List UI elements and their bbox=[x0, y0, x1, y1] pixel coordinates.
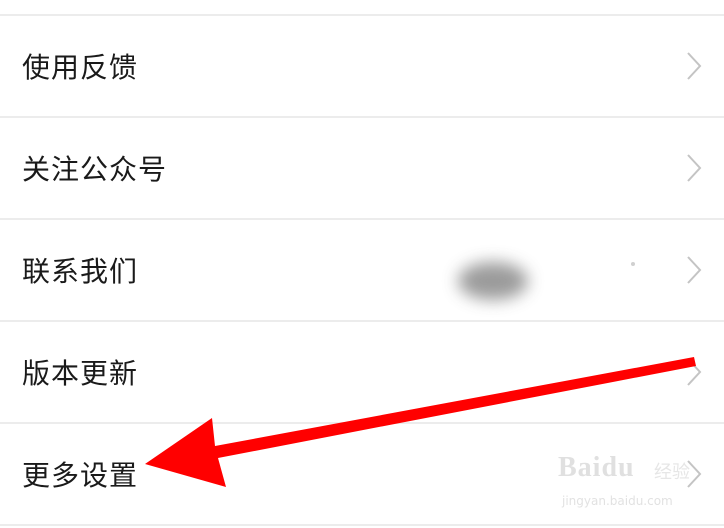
menu-item-label: 版本更新 bbox=[22, 357, 139, 390]
blurred-redaction bbox=[458, 262, 528, 300]
menu-item-version-update[interactable]: 版本更新 bbox=[0, 322, 724, 422]
top-gap bbox=[0, 0, 724, 14]
menu-item-contact-us[interactable]: 联系我们 bbox=[0, 220, 724, 320]
settings-menu-page: 使用反馈 关注公众号 联系我们 版本更新 更多设置 Baidu 经验 jingy… bbox=[0, 0, 724, 528]
divider bbox=[0, 524, 724, 526]
chevron-right-icon bbox=[687, 52, 702, 80]
blurred-dot bbox=[631, 262, 635, 266]
menu-item-follow-official-account[interactable]: 关注公众号 bbox=[0, 118, 724, 218]
menu-item-feedback[interactable]: 使用反馈 bbox=[0, 16, 724, 116]
menu-item-label: 联系我们 bbox=[22, 255, 139, 288]
chevron-right-icon bbox=[687, 358, 702, 386]
menu-item-label: 使用反馈 bbox=[22, 51, 139, 84]
chevron-right-icon bbox=[687, 460, 702, 488]
menu-item-label: 更多设置 bbox=[22, 459, 139, 492]
menu-item-more-settings[interactable]: 更多设置 bbox=[0, 424, 724, 524]
menu-item-label: 关注公众号 bbox=[22, 153, 168, 186]
chevron-right-icon bbox=[687, 154, 702, 182]
chevron-right-icon bbox=[687, 256, 702, 284]
